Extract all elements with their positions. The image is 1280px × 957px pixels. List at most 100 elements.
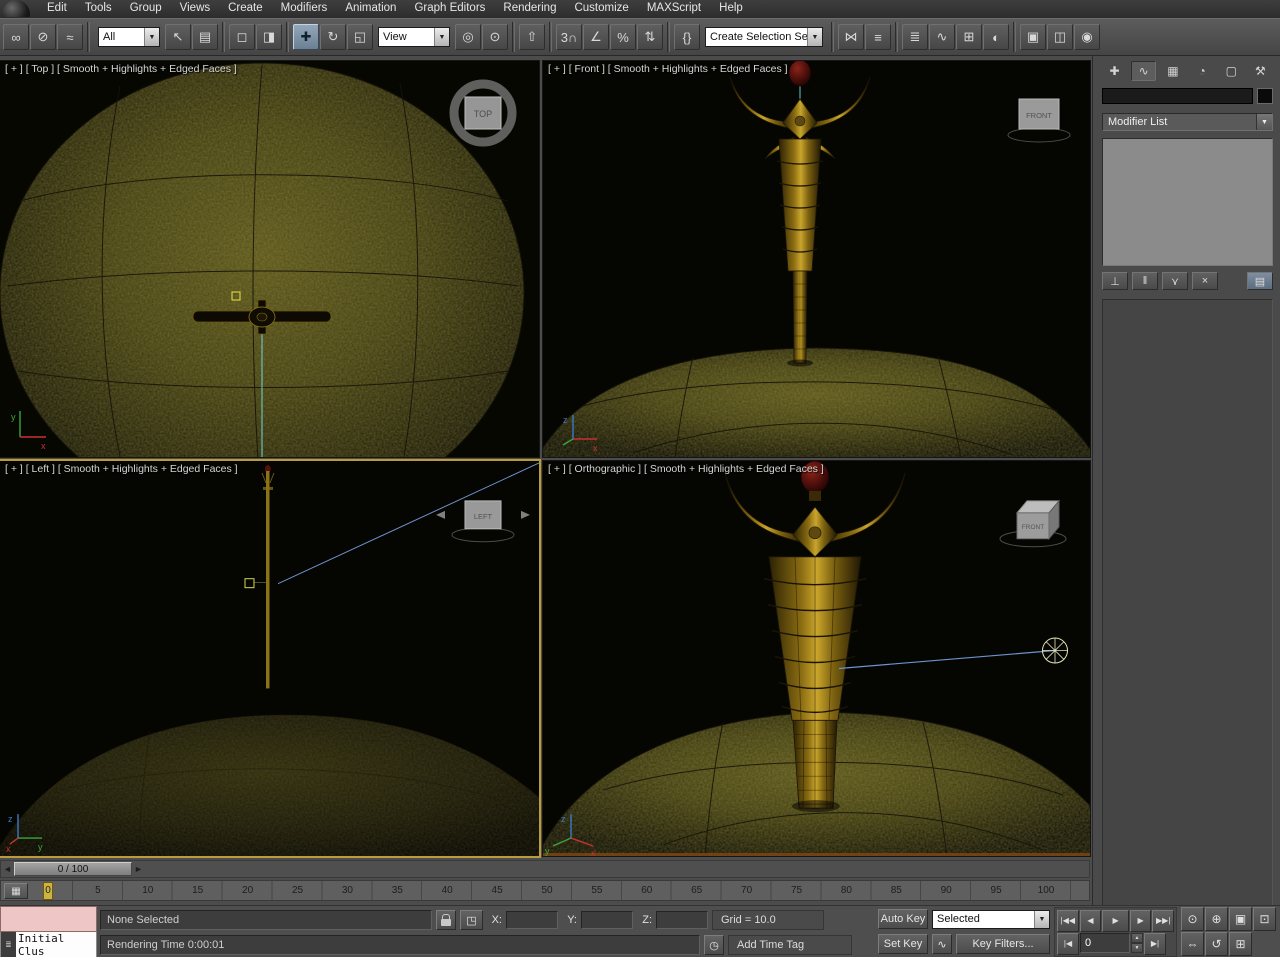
- current-frame-field[interactable]: 0: [1080, 932, 1130, 953]
- named-selection-sets-combo[interactable]: Create Selection Se ▼: [705, 27, 823, 47]
- go-to-start-button[interactable]: |◀◀: [1057, 909, 1079, 932]
- bind-to-space-warp-button[interactable]: ≈: [57, 24, 83, 50]
- menu-item-edit[interactable]: Edit: [38, 0, 76, 18]
- viewcube-face-label[interactable]: FRONT: [1022, 524, 1044, 531]
- viewport-label[interactable]: [ + ] [ Left ] [ Smooth + Highlights + E…: [5, 463, 238, 475]
- layer-manager-button[interactable]: ≣: [902, 24, 928, 50]
- spinner-snap-toggle-button[interactable]: ⇅: [637, 24, 663, 50]
- rollout-area[interactable]: [1102, 299, 1273, 907]
- viewcube-face-label[interactable]: FRONT: [1026, 111, 1052, 120]
- select-and-move-button[interactable]: ✚: [293, 24, 319, 50]
- light-gizmo-wheel[interactable]: [1042, 637, 1068, 664]
- edit-named-selection-sets-button[interactable]: {}: [674, 24, 700, 50]
- object-name-field[interactable]: [1102, 88, 1253, 104]
- rectangular-selection-region-button[interactable]: ◻: [229, 24, 255, 50]
- configure-modifier-sets-button[interactable]: ▤: [1247, 272, 1273, 290]
- select-and-manipulate-button[interactable]: ⊙: [482, 24, 508, 50]
- time-slider[interactable]: ◄ 0 / 100 ►: [0, 860, 1090, 878]
- time-slider-forward-arrow[interactable]: ►: [132, 861, 145, 877]
- go-to-end-button[interactable]: ▶▶|: [1152, 909, 1175, 932]
- remove-modifier-button[interactable]: ×: [1192, 272, 1218, 290]
- auto-key-button[interactable]: Auto Key: [878, 909, 928, 929]
- angle-snap-toggle-button[interactable]: ∠: [583, 24, 609, 50]
- menu-item-help[interactable]: Help: [710, 0, 752, 18]
- menu-item-tools[interactable]: Tools: [76, 0, 121, 18]
- mirror-button[interactable]: ⋈: [838, 24, 864, 50]
- new-key-filter-button[interactable]: ∿: [932, 934, 952, 954]
- menu-item-create[interactable]: Create: [219, 0, 272, 18]
- front-viewport-canvas[interactable]: FRONT z x: [543, 61, 1090, 457]
- top-viewport-canvas[interactable]: TOP y x: [0, 61, 539, 457]
- select-and-scale-button[interactable]: ◱: [347, 24, 373, 50]
- window-crossing-toggle-button[interactable]: ◨: [256, 24, 282, 50]
- time-tag-button[interactable]: ◷: [704, 935, 724, 955]
- object-color-swatch[interactable]: [1257, 88, 1273, 104]
- absolute-offset-mode-toggle[interactable]: ◳: [460, 910, 483, 930]
- modifier-stack-list[interactable]: [1102, 138, 1273, 266]
- key-mode-dropdown[interactable]: Selected ▼: [932, 909, 1050, 929]
- chevron-down-icon[interactable]: ▼: [807, 28, 822, 46]
- application-button[interactable]: [2, 0, 30, 17]
- menu-item-views[interactable]: Views: [171, 0, 219, 18]
- front-viewport[interactable]: [ + ] [ Front ] [ Smooth + Highlights + …: [543, 61, 1090, 457]
- selection-filter-dropdown[interactable]: All ▼: [98, 27, 160, 47]
- pin-stack-button[interactable]: ⊥: [1102, 272, 1128, 290]
- script-line[interactable]: ≣ Initial Clus: [0, 932, 97, 957]
- next-frame-button[interactable]: ▶: [1129, 909, 1152, 932]
- open-mini-curve-editor-button[interactable]: ▦: [4, 883, 28, 899]
- time-slider-back-arrow[interactable]: ◄: [1, 861, 14, 877]
- menu-item-group[interactable]: Group: [121, 0, 171, 18]
- menu-item-modifiers[interactable]: Modifiers: [272, 0, 337, 18]
- material-editor-button[interactable]: ◐: [983, 24, 1009, 50]
- left-viewport[interactable]: [ + ] [ Left ] [ Smooth + Highlights + E…: [0, 461, 539, 856]
- motion-tab[interactable]: ◔: [1190, 61, 1215, 81]
- menu-item-animation[interactable]: Animation: [336, 0, 405, 18]
- maxscript-mini-listener[interactable]: ≣ Initial Clus: [0, 906, 97, 957]
- viewport-label[interactable]: [ + ] [ Front ] [ Smooth + Highlights + …: [548, 63, 788, 75]
- previous-frame-button[interactable]: ◀: [1079, 909, 1102, 932]
- pan-button[interactable]: ⇔: [1181, 932, 1204, 956]
- percent-snap-toggle-button[interactable]: %: [610, 24, 636, 50]
- orthographic-viewport-canvas[interactable]: FRONT z x y: [543, 461, 1090, 856]
- orthographic-viewport[interactable]: [ + ] [ Orthographic ] [ Smooth + Highli…: [543, 461, 1090, 856]
- zoom-region-button[interactable]: ⊡: [1253, 907, 1276, 931]
- unlink-selection-button[interactable]: ⊘: [30, 24, 56, 50]
- chevron-down-icon[interactable]: ▼: [434, 28, 449, 46]
- keyboard-shortcut-override-toggle-button[interactable]: ⇧: [519, 24, 545, 50]
- select-by-name-button[interactable]: ▤: [192, 24, 218, 50]
- key-mode-toggle[interactable]: |◀: [1057, 932, 1079, 955]
- key-filters-button[interactable]: Key Filters...: [956, 934, 1050, 954]
- frame-spinner[interactable]: ▲ ▼: [1131, 932, 1143, 953]
- add-time-tag[interactable]: Add Time Tag: [728, 935, 852, 955]
- curve-editor-button[interactable]: ∿: [929, 24, 955, 50]
- zoom-button[interactable]: ⊙: [1181, 907, 1204, 931]
- left-viewport-canvas[interactable]: LEFT z y x: [0, 461, 539, 856]
- select-and-rotate-button[interactable]: ↻: [320, 24, 346, 50]
- display-tab[interactable]: ▢: [1219, 61, 1244, 81]
- zoom-all-button[interactable]: ⊕: [1205, 907, 1228, 931]
- modifier-list-dropdown[interactable]: Modifier List ▼: [1102, 113, 1273, 131]
- play-animation-button[interactable]: ▶: [1102, 909, 1129, 932]
- align-button[interactable]: ≡: [865, 24, 891, 50]
- rendered-frame-window-button[interactable]: ◫: [1047, 24, 1073, 50]
- use-pivot-point-center-button[interactable]: ◎: [455, 24, 481, 50]
- y-coordinate-field[interactable]: [581, 911, 633, 929]
- go-to-end-key[interactable]: ▶|: [1144, 932, 1166, 955]
- menu-item-graph-editors[interactable]: Graph Editors: [405, 0, 494, 18]
- select-and-link-button[interactable]: ∞: [3, 24, 29, 50]
- macro-recorder-line[interactable]: [0, 906, 97, 932]
- set-key-button[interactable]: Set Key: [878, 934, 928, 954]
- z-coordinate-field[interactable]: [656, 911, 708, 929]
- show-end-result-button[interactable]: ‖: [1132, 272, 1158, 290]
- chevron-down-icon[interactable]: ▼: [1256, 114, 1272, 130]
- utilities-tab[interactable]: ⚒: [1248, 61, 1273, 81]
- menu-item-rendering[interactable]: Rendering: [494, 0, 565, 18]
- viewport-label[interactable]: [ + ] [ Orthographic ] [ Smooth + Highli…: [548, 463, 824, 475]
- menu-item-maxscript[interactable]: MAXScript: [638, 0, 710, 18]
- viewcube-face-label[interactable]: TOP: [474, 109, 492, 119]
- viewcube-face-label[interactable]: LEFT: [474, 512, 493, 521]
- render-setup-button[interactable]: ▣: [1020, 24, 1046, 50]
- selection-lock-toggle[interactable]: [436, 910, 456, 930]
- make-unique-button[interactable]: ⋎: [1162, 272, 1188, 290]
- time-slider-handle[interactable]: 0 / 100: [14, 862, 132, 876]
